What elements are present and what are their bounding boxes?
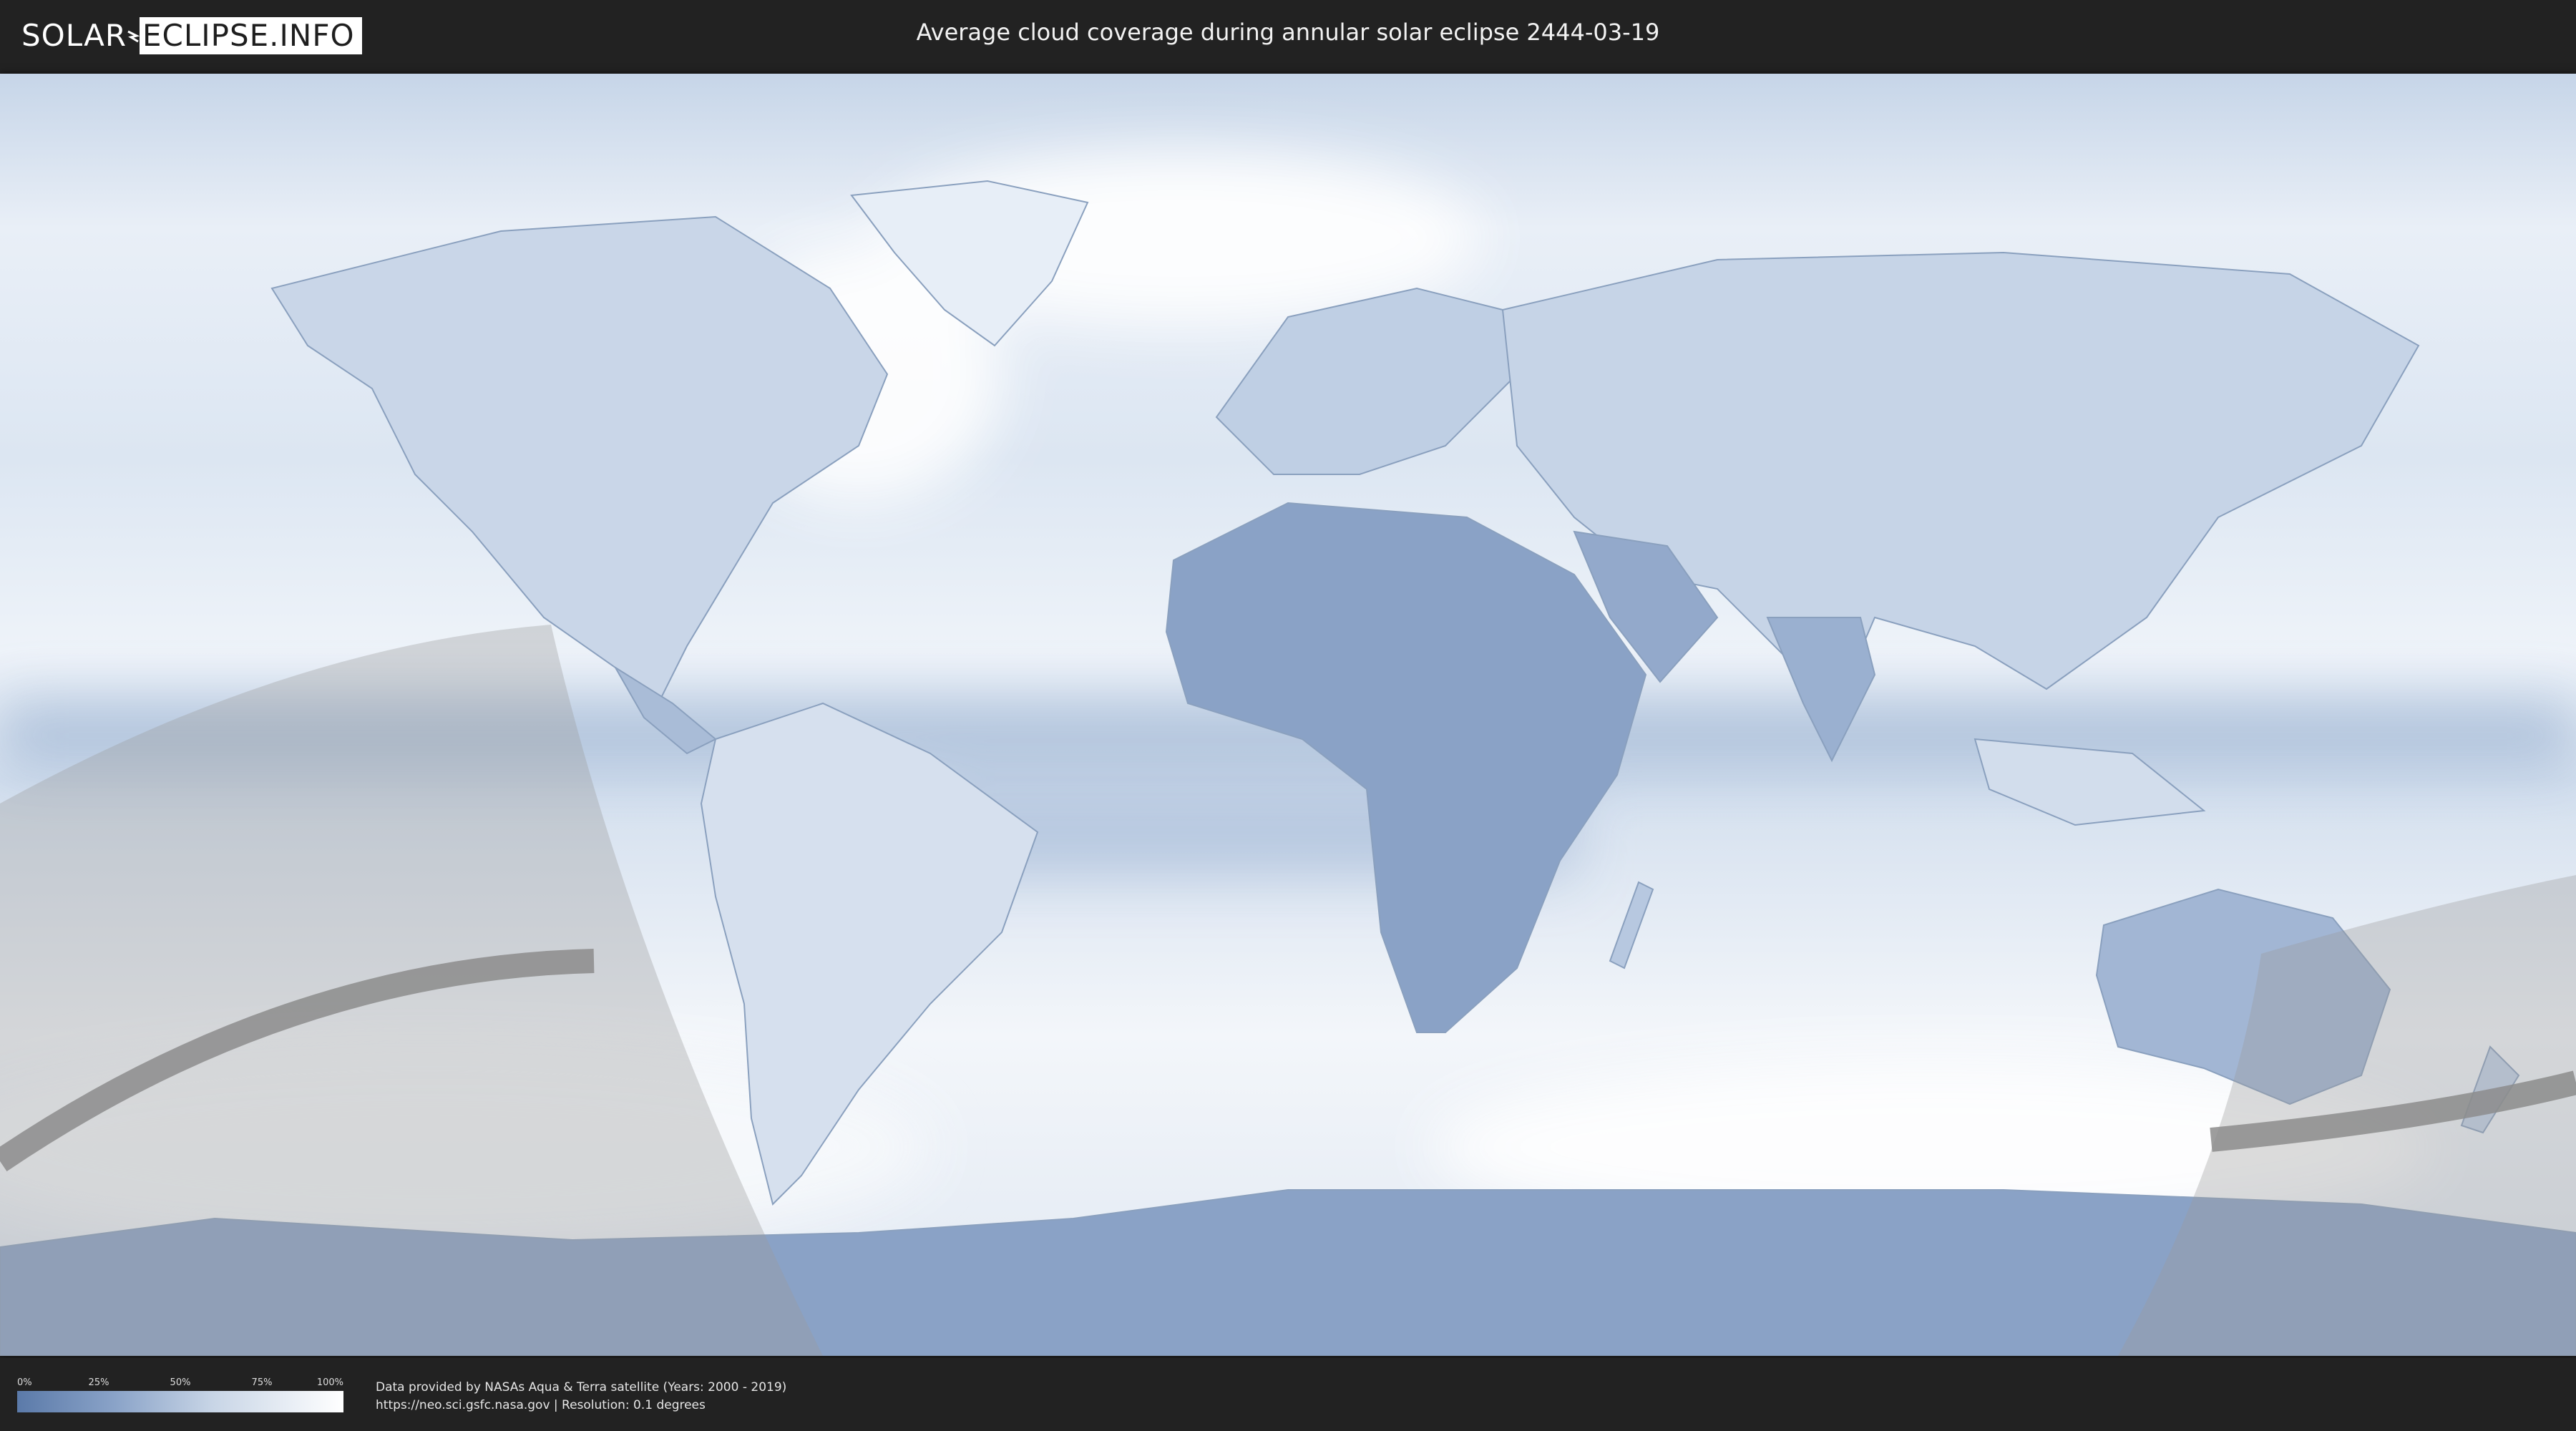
legend-tick-25: 25% (88, 1377, 109, 1388)
credits-url: https://neo.sci.gsfc.nasa.gov | Resoluti… (376, 1398, 706, 1412)
legend-color-bar (17, 1391, 343, 1412)
page-title: Average cloud coverage during annular so… (916, 19, 1660, 46)
legend-tick-0: 0% (17, 1377, 32, 1388)
legend-tick-100: 100% (316, 1377, 343, 1388)
legend-ticks: 0% 25% 50% 75% 100% (17, 1377, 343, 1389)
world-map (0, 74, 2576, 1356)
cloud-coverage-map[interactable] (0, 74, 2576, 1356)
credits-source: Data provided by NASAs Aqua & Terra sate… (376, 1380, 787, 1395)
legend-tick-75: 75% (251, 1377, 273, 1388)
legend-tick-50: 50% (170, 1377, 191, 1388)
header-bar: SOLAR ECLIPSE.INFO Average cloud coverag… (0, 0, 2576, 72)
data-credits: Data provided by NASAs Aqua & Terra sate… (376, 1379, 786, 1415)
